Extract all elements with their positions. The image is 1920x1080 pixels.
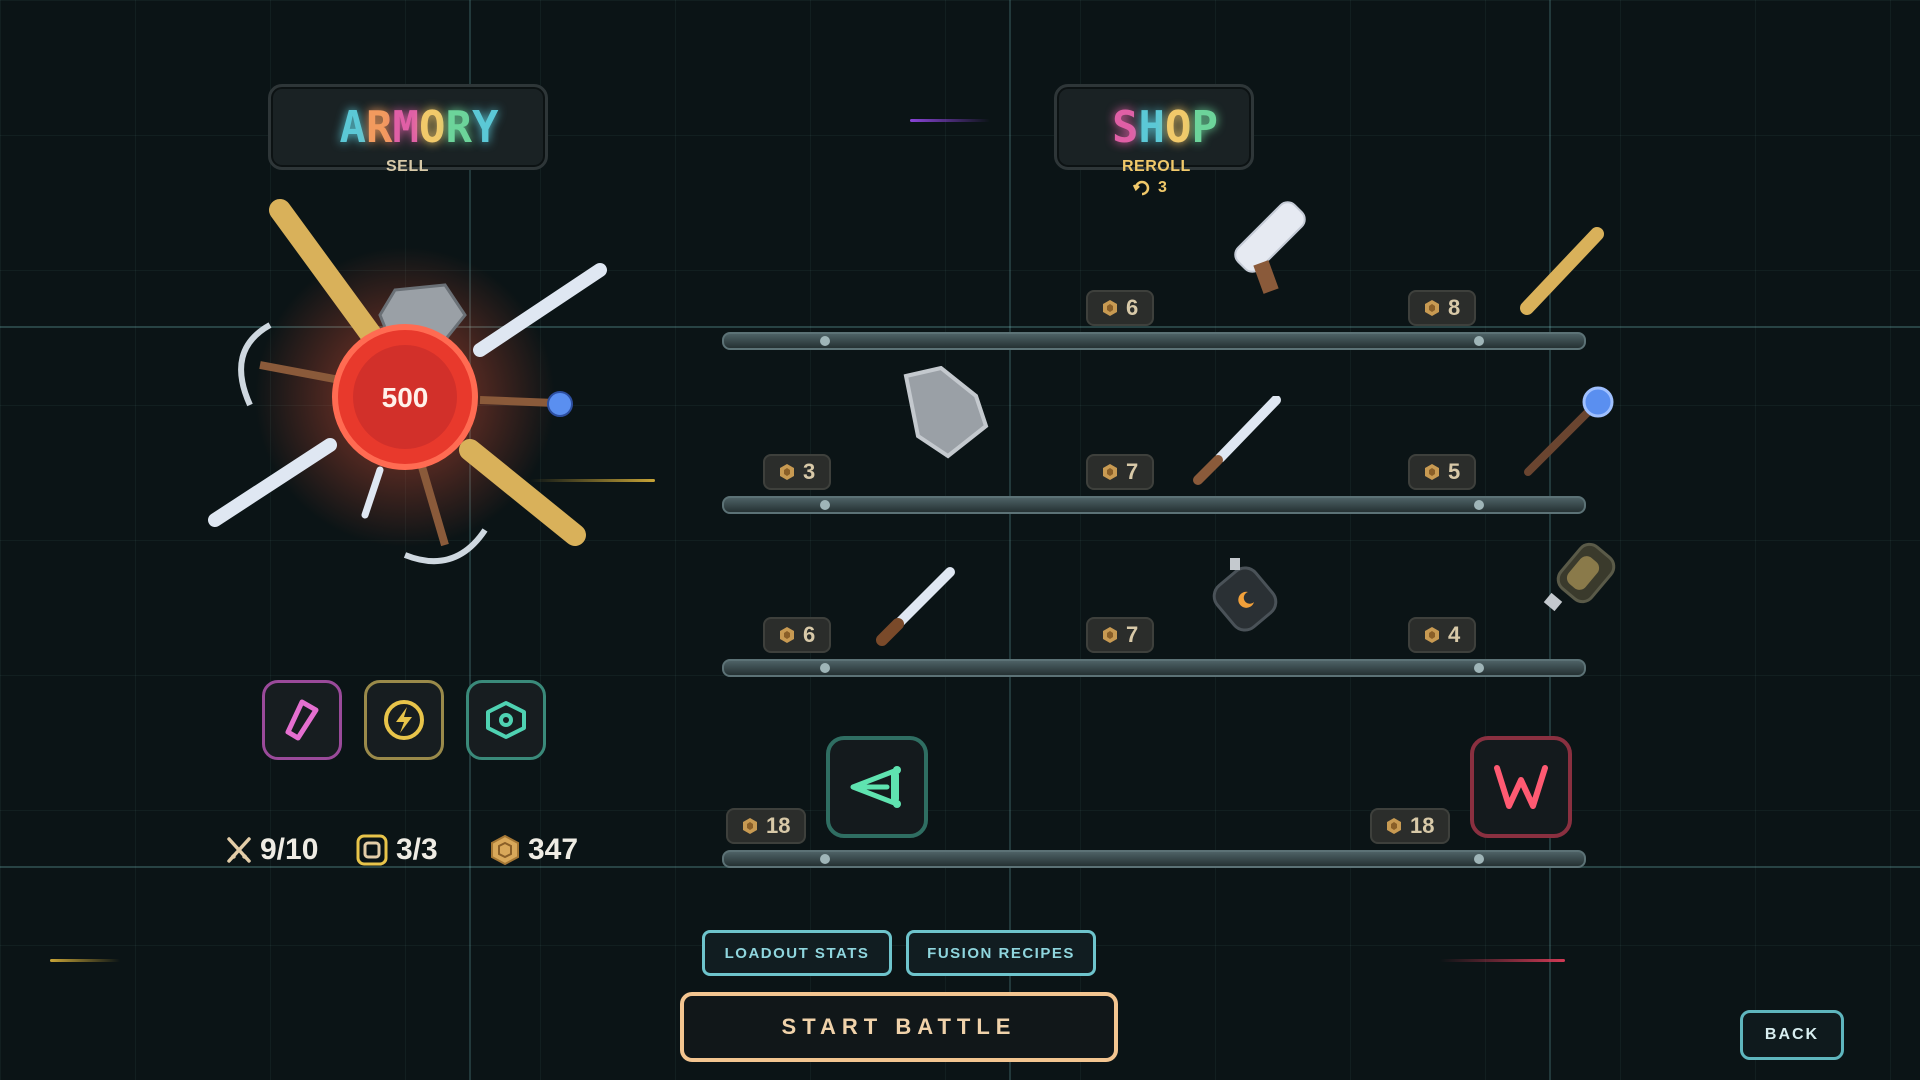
slingshot-icon [850, 766, 901, 808]
fang-icon [1494, 765, 1548, 809]
price-value: 6 [803, 622, 816, 647]
sell-label[interactable]: SELL [386, 158, 429, 176]
price-tag: 7 [1086, 454, 1155, 490]
staff-weapon[interactable] [479, 396, 556, 407]
light-streak [910, 119, 990, 122]
price-value: 7 [1126, 459, 1139, 484]
price-value: 3 [803, 459, 816, 484]
gold-coin-icon [1103, 627, 1117, 643]
shop-shelf [722, 496, 1586, 514]
price-value: 4 [1448, 622, 1461, 647]
price-value: 6 [1126, 295, 1139, 320]
gold-value: 347 [528, 833, 579, 866]
price-value: 8 [1448, 295, 1461, 320]
price-tag: 4 [1408, 617, 1477, 653]
fang-relic[interactable] [1470, 736, 1572, 838]
slot-count-value: 3/3 [396, 833, 438, 866]
elixir-bottle-item[interactable] [1540, 536, 1626, 622]
gold-coin-icon [1425, 627, 1439, 643]
price-tag: 6 [1086, 290, 1155, 326]
long-knife-item[interactable] [1192, 396, 1282, 486]
slot-icon [356, 834, 388, 866]
magic-staff-item[interactable] [1520, 380, 1620, 480]
slot-count-stat: 3/3 [356, 830, 438, 870]
fusion-recipes-button[interactable]: FUSION RECIPES [906, 930, 1096, 976]
price-value: 7 [1126, 622, 1139, 647]
baseball-bat-item[interactable] [1515, 220, 1615, 320]
ability-slot-blade[interactable] [262, 680, 342, 760]
gold-coin-icon [780, 464, 794, 480]
light-streak [1440, 959, 1565, 962]
dagger-item[interactable] [876, 566, 956, 646]
gold-coin-icon [1387, 818, 1401, 834]
price-tag: 7 [1086, 617, 1155, 653]
price-value: 18 [1410, 813, 1435, 838]
grid-line [1009, 0, 1011, 1080]
weapon-count-value: 9/10 [260, 833, 319, 866]
pink-blade-icon [285, 699, 319, 741]
gold-coin-icon [1425, 300, 1439, 316]
ability-slot-eye[interactable] [466, 680, 546, 760]
shop-title-text: SHOP [1112, 102, 1218, 153]
reroll-cost: 3 [1132, 178, 1167, 198]
gold-coin-icon [1103, 300, 1117, 316]
gold-coin-icon [1103, 464, 1117, 480]
back-button[interactable]: BACK [1740, 1010, 1844, 1060]
stone-shield-item[interactable] [896, 366, 996, 462]
crossed-swords-icon [227, 837, 251, 863]
price-tag: 18 [1370, 808, 1451, 844]
gold-coin-icon [743, 818, 757, 834]
gold-coin-icon [491, 834, 519, 866]
price-tag: 3 [763, 454, 832, 490]
reroll-icon [1132, 180, 1150, 196]
cleaver-item[interactable] [1210, 200, 1320, 310]
shop-shelf [722, 332, 1586, 350]
light-streak [50, 959, 120, 962]
armory-weapon-wheel[interactable]: 500 [200, 190, 620, 590]
ability-slot-lightning[interactable] [364, 680, 444, 760]
staff-orb [547, 391, 573, 417]
gold-coin-icon [780, 627, 794, 643]
core-value: 500 [382, 382, 429, 413]
shop-shelf [722, 850, 1586, 868]
loadout-stats-button[interactable]: LOADOUT STATS [702, 930, 892, 976]
armory-title-text: ARMORY [340, 102, 499, 153]
gold-coin-icon [1425, 464, 1439, 480]
price-tag: 8 [1408, 290, 1477, 326]
shop-shelf [722, 659, 1586, 677]
start-battle-button[interactable]: START BATTLE [680, 992, 1118, 1062]
title-letter: Y [472, 101, 521, 153]
price-value: 5 [1448, 459, 1461, 484]
price-tag: 18 [726, 808, 807, 844]
price-value: 18 [766, 813, 791, 838]
slingshot-relic[interactable] [826, 736, 928, 838]
eye-icon [486, 701, 526, 739]
price-tag: 5 [1408, 454, 1477, 490]
gold-stat: 347 [490, 830, 578, 870]
reroll-button[interactable]: REROLL [1122, 158, 1191, 176]
title-letter: P [1191, 101, 1240, 153]
price-tag: 6 [763, 617, 832, 653]
lightning-icon [384, 700, 424, 740]
weapon-count-stat: 9/10 [226, 830, 318, 870]
reroll-cost-value: 3 [1158, 179, 1168, 196]
fire-flask-item[interactable] [1206, 556, 1286, 636]
